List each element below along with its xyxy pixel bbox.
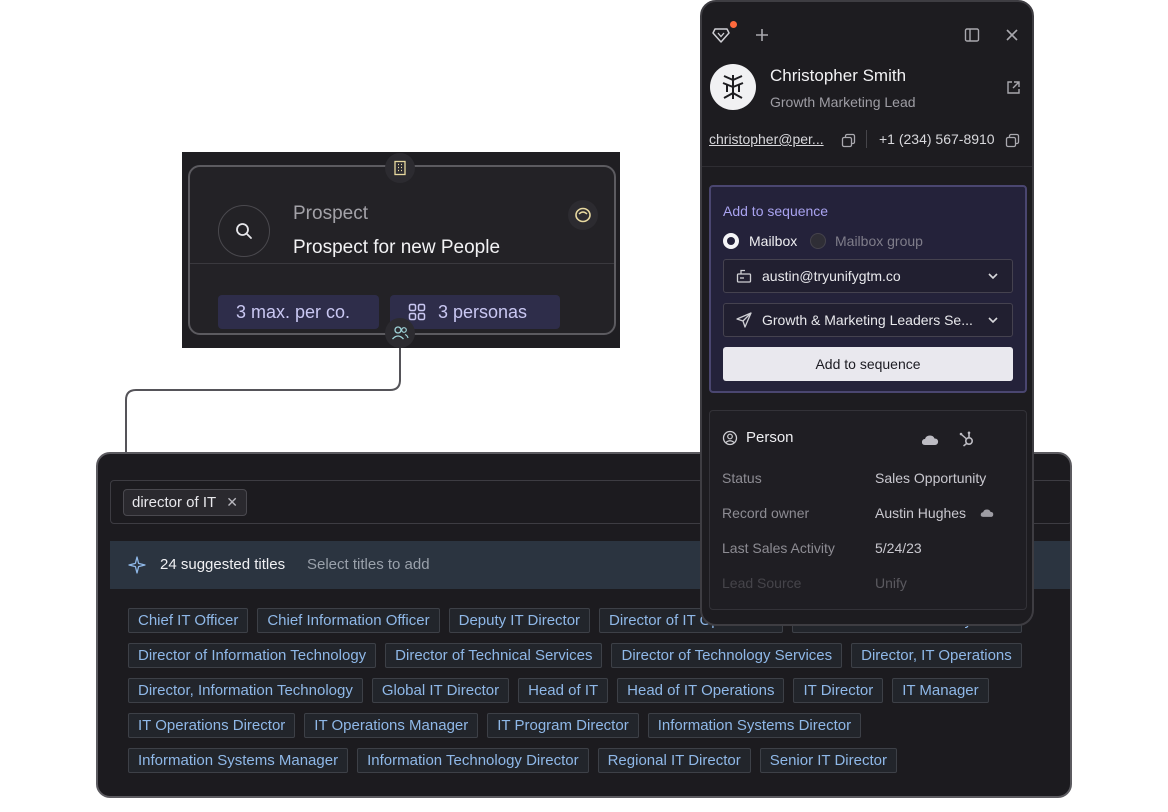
record-owner-value: Austin Hughes — [875, 505, 967, 521]
panel-toolbar — [702, 21, 1032, 46]
mailbox-radio[interactable] — [723, 233, 739, 249]
sequence-section-title: Add to sequence — [723, 203, 829, 219]
sidebar-toggle-icon[interactable] — [961, 24, 983, 46]
title-chip[interactable]: Director, Information Technology — [128, 678, 363, 703]
contact-email-link[interactable]: christopher@per... — [709, 131, 824, 147]
person-circle-icon — [722, 430, 738, 445]
remove-chip-icon[interactable]: ✕ — [226, 494, 238, 511]
prospect-card[interactable]: Prospect Prospect for new People 3 max. … — [188, 165, 616, 335]
selected-title-chip[interactable]: director of IT ✕ — [123, 489, 247, 516]
title-chip[interactable]: Deputy IT Director — [448, 608, 591, 633]
notification-dot — [730, 21, 737, 28]
add-to-sequence-button[interactable]: Add to sequence — [723, 347, 1013, 381]
title-chip[interactable]: IT Director — [793, 678, 884, 703]
close-icon[interactable] — [1001, 24, 1023, 46]
suggested-count: 24 suggested titles — [160, 556, 286, 573]
personas-pill[interactable]: 3 personas — [390, 295, 560, 329]
title-chip[interactable]: IT Operations Director — [128, 713, 296, 738]
person-section: Person Status Sales Opportunity Record o… — [709, 410, 1027, 610]
title-chip[interactable]: IT Operations Manager — [304, 713, 479, 738]
contact-phone: +1 (234) 567-8910 — [879, 131, 995, 147]
hubspot-icon[interactable] — [956, 428, 978, 450]
card-divider — [190, 263, 614, 264]
add-to-sequence-section: Add to sequence Mailbox Mailbox group au… — [709, 185, 1027, 393]
selected-title-label: director of IT — [132, 494, 217, 511]
personas-label: 3 personas — [438, 301, 528, 322]
salesforce-cloud-icon[interactable] — [919, 429, 941, 451]
title-chip[interactable]: Director, IT Operations — [851, 643, 1022, 668]
title-chip[interactable]: Chief IT Officer — [128, 608, 249, 633]
title-chip[interactable]: Regional IT Director — [597, 748, 751, 773]
suggested-hint: Select titles to add — [307, 556, 430, 573]
title-chip[interactable]: IT Manager — [892, 678, 989, 703]
mailbox-group-radio-label[interactable]: Mailbox group — [835, 233, 923, 249]
chip-row: IT Operations Director IT Operations Man… — [128, 713, 1058, 738]
prospect-node: Prospect Prospect for new People 3 max. … — [182, 152, 620, 348]
person-header: Person — [722, 429, 794, 446]
title-chip[interactable]: Head of IT — [518, 678, 609, 703]
contact-separator — [866, 130, 867, 148]
title-chip[interactable]: Director of Technology Services — [611, 643, 843, 668]
building-icon — [385, 153, 415, 183]
salesforce-cloud-icon — [980, 509, 994, 517]
person-title: Person — [746, 429, 794, 446]
title-chip[interactable]: Director of Technical Services — [385, 643, 603, 668]
contact-role: Growth Marketing Lead — [770, 94, 916, 110]
chevron-down-icon — [988, 273, 998, 280]
avatar — [710, 64, 756, 110]
status-label: Status — [722, 470, 762, 486]
title-chip[interactable]: Information Systems Manager — [128, 748, 349, 773]
chevron-down-icon — [988, 317, 998, 324]
status-value: Sales Opportunity — [875, 470, 987, 486]
title-chip[interactable]: Head of IT Operations — [617, 678, 785, 703]
sequence-select[interactable]: Growth & Marketing Leaders Se... — [723, 303, 1013, 337]
title-chips: Chief IT Officer Chief Information Offic… — [128, 608, 1058, 783]
max-per-company-pill[interactable]: 3 max. per co. — [218, 295, 379, 329]
send-icon — [736, 312, 752, 328]
title-chip[interactable]: Chief Information Officer — [257, 608, 440, 633]
coin-icon — [568, 200, 598, 230]
title-chip[interactable]: Senior IT Director — [759, 748, 897, 773]
title-chip[interactable]: IT Program Director — [487, 713, 639, 738]
prospect-title: Prospect for new People — [293, 237, 501, 258]
people-icon — [385, 318, 415, 348]
sequence-select-value: Growth & Marketing Leaders Se... — [762, 312, 973, 328]
copy-phone-icon[interactable] — [1001, 129, 1023, 151]
contact-panel: Christopher Smith Growth Marketing Lead … — [700, 0, 1034, 626]
mailbox-select[interactable]: austin@tryunifygtm.co — [723, 259, 1013, 293]
chip-row: Director of Information Technology Direc… — [128, 643, 1058, 668]
copy-email-icon[interactable] — [837, 129, 859, 151]
lead-source-value: Unify — [875, 575, 907, 591]
title-chip[interactable]: Information Systems Director — [647, 713, 862, 738]
external-link-icon[interactable] — [1002, 76, 1024, 98]
search-icon — [218, 205, 270, 257]
header-divider — [702, 166, 1032, 167]
prospect-kicker: Prospect — [293, 203, 368, 224]
sparkle-icon — [128, 556, 146, 574]
mailbox-icon — [736, 268, 752, 284]
record-owner-label: Record owner — [722, 505, 810, 521]
title-chip[interactable]: Information Technology Director — [357, 748, 589, 773]
contact-name: Christopher Smith — [770, 66, 907, 85]
chip-row: Director, Information Technology Global … — [128, 678, 1058, 703]
title-chip[interactable]: Global IT Director — [371, 678, 510, 703]
last-activity-value: 5/24/23 — [875, 540, 922, 556]
title-chip[interactable]: Director of Information Technology — [128, 643, 377, 668]
diamond-logo-icon[interactable] — [710, 24, 732, 46]
mailbox-radio-label[interactable]: Mailbox — [749, 233, 797, 249]
plus-icon[interactable] — [751, 24, 773, 46]
last-activity-label: Last Sales Activity — [722, 540, 835, 556]
lead-source-label: Lead Source — [722, 575, 802, 591]
chip-row: Information Systems Manager Information … — [128, 748, 1058, 773]
grid-icon — [408, 303, 426, 321]
mailbox-group-radio[interactable] — [810, 233, 826, 249]
mailbox-select-value: austin@tryunifygtm.co — [762, 268, 901, 284]
